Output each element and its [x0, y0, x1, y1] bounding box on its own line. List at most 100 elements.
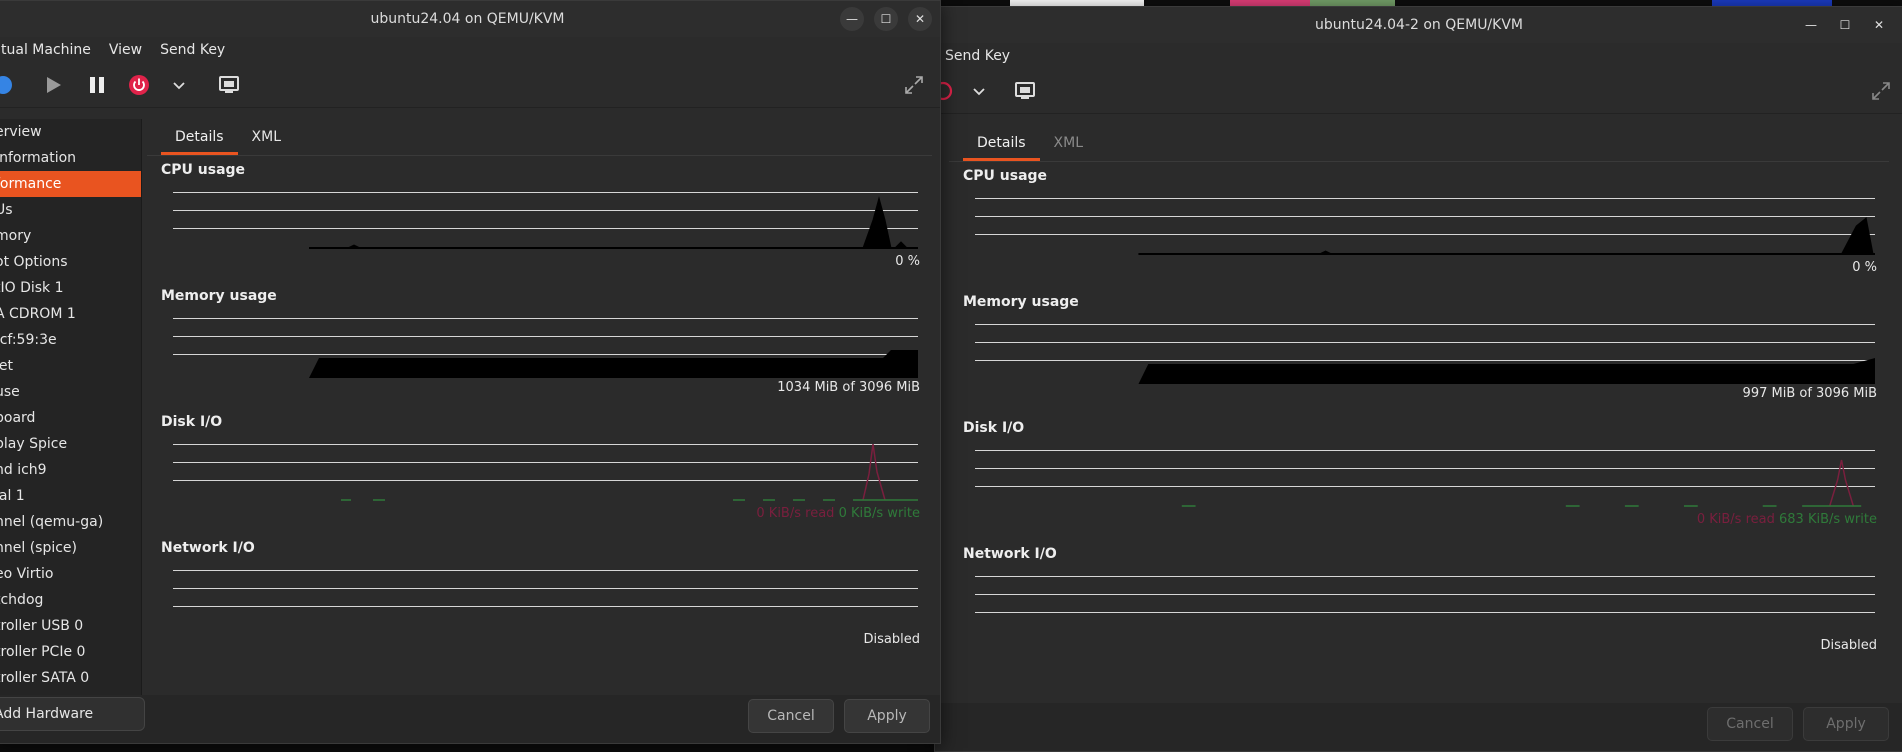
sidebar-item-mouse[interactable]: use	[0, 379, 141, 405]
sidebar-item-overview[interactable]: erview	[0, 119, 141, 145]
sidebar-item-serial[interactable]: ial 1	[0, 483, 141, 509]
sidebar-item-sata-cdrom[interactable]: A CDROM 1	[0, 301, 141, 327]
chevron-down-icon[interactable]	[167, 73, 191, 97]
tab-details[interactable]: Details	[161, 119, 238, 155]
memory-usage-title: Memory usage	[161, 288, 277, 304]
memory-usage-graph	[975, 324, 1875, 384]
sidebar-item-controller-usb[interactable]: troller USB 0	[0, 613, 141, 639]
performance-panel: CPU usage 0 % Memory usage 1034 MiB of 3…	[147, 155, 932, 695]
vm-window-2: ubuntu24.04-2 on QEMU/KVM — ☐ ✕ Send Key…	[934, 6, 1902, 752]
menu-view[interactable]: View	[109, 42, 142, 58]
performance-panel: CPU usage 0 % Memory usage 997 MiB of 30…	[949, 161, 1889, 703]
cancel-button[interactable]: Cancel	[748, 699, 834, 733]
vm-window-1: ubuntu24.04 on QEMU/KVM — ☐ ✕ tual Machi…	[0, 0, 941, 744]
hardware-sidebar: erview Information formance Us mory ot O…	[0, 119, 142, 695]
disk-io-value: 0 KiB/s read 0 KiB/s write	[756, 506, 920, 521]
disk-io-value: 0 KiB/s read 683 KiB/s write	[1697, 512, 1877, 527]
fullscreen-icon[interactable]	[1869, 79, 1893, 103]
details-icon[interactable]	[0, 73, 17, 97]
sidebar-item-boot-options[interactable]: ot Options	[0, 249, 141, 275]
sidebar-item-os-information[interactable]: Information	[0, 145, 141, 171]
sidebar-item-keyboard[interactable]: board	[0, 405, 141, 431]
tab-xml[interactable]: XML	[1040, 125, 1097, 161]
add-hardware-label: Add Hardware	[0, 706, 94, 722]
window-controls: — ☐ ✕	[1799, 13, 1891, 37]
network-io-title: Network I/O	[161, 540, 255, 556]
sidebar-item-controller-pcie[interactable]: troller PCIe 0	[0, 639, 141, 665]
sidebar-item-watchdog[interactable]: tchdog	[0, 587, 141, 613]
network-io-title: Network I/O	[963, 546, 1057, 562]
memory-usage-value: 1034 MiB of 3096 MiB	[777, 380, 920, 395]
cpu-usage-graph	[173, 192, 918, 252]
toolbar	[0, 63, 940, 108]
memory-usage-graph	[173, 318, 918, 378]
toolbar	[935, 69, 1902, 114]
sidebar-item-video-virtio[interactable]: eo Virtio	[0, 561, 141, 587]
disk-io-title: Disk I/O	[963, 420, 1025, 436]
disk-io-title: Disk I/O	[161, 414, 223, 430]
disk-read-rate: 0 KiB/s read	[756, 506, 835, 521]
maximize-button[interactable]: ☐	[874, 7, 898, 31]
chevron-down-icon[interactable]	[967, 79, 991, 103]
tab-details[interactable]: Details	[963, 125, 1040, 161]
memory-usage-title: Memory usage	[963, 294, 1079, 310]
sidebar-item-cpus[interactable]: Us	[0, 197, 141, 223]
menu-send-key[interactable]: Send Key	[945, 48, 1010, 64]
sidebar-item-channel-qemu-ga[interactable]: nnel (qemu-ga)	[0, 509, 141, 535]
disk-write-rate: 0 KiB/s write	[838, 506, 920, 521]
menubar: tual Machine View Send Key	[0, 37, 940, 63]
play-icon[interactable]	[41, 73, 65, 97]
sidebar-item-performance[interactable]: formance	[0, 171, 141, 197]
sidebar-item-nic[interactable]: :cf:59:3e	[0, 327, 141, 353]
apply-button[interactable]: Apply	[1803, 707, 1889, 741]
menu-virtual-machine[interactable]: tual Machine	[1, 42, 91, 58]
tab-xml[interactable]: XML	[238, 119, 295, 155]
memory-usage-value: 997 MiB of 3096 MiB	[1742, 386, 1877, 401]
tab-bar: Details XML	[161, 119, 295, 155]
cancel-button[interactable]: Cancel	[1707, 707, 1793, 741]
minimize-button[interactable]: —	[840, 7, 864, 31]
menubar: Send Key	[935, 43, 1902, 69]
maximize-button[interactable]: ☐	[1833, 13, 1857, 37]
dialog-footer: Add Hardware Cancel Apply	[0, 695, 940, 743]
sidebar-item-tablet[interactable]: let	[0, 353, 141, 379]
cpu-usage-value: 0 %	[1852, 260, 1877, 275]
details-content: Details XML CPU usage 0 % Memory usage 1…	[147, 119, 932, 695]
window-controls: — ☐ ✕	[840, 7, 932, 31]
titlebar[interactable]: ubuntu24.04-2 on QEMU/KVM	[935, 7, 1902, 43]
pause-icon[interactable]	[85, 73, 109, 97]
sidebar-item-display-spice[interactable]: play Spice	[0, 431, 141, 457]
console-icon[interactable]	[1013, 79, 1037, 103]
cpu-usage-value: 0 %	[895, 254, 920, 269]
titlebar[interactable]: ubuntu24.04 on QEMU/KVM	[0, 1, 940, 37]
add-hardware-button[interactable]: Add Hardware	[0, 697, 145, 731]
cpu-usage-title: CPU usage	[161, 162, 246, 178]
cpu-usage-title: CPU usage	[963, 168, 1048, 184]
tab-bar: Details XML	[963, 125, 1097, 161]
network-io-value: Disabled	[1820, 638, 1877, 653]
console-icon[interactable]	[217, 73, 241, 97]
window-title: ubuntu24.04-2 on QEMU/KVM	[1315, 17, 1523, 33]
menu-send-key[interactable]: Send Key	[160, 42, 225, 58]
network-io-graph	[173, 570, 918, 630]
cpu-usage-graph	[975, 198, 1875, 258]
network-io-graph	[975, 576, 1875, 636]
disk-io-graph	[173, 444, 918, 504]
sidebar-item-sound[interactable]: nd ich9	[0, 457, 141, 483]
disk-read-rate: 0 KiB/s read	[1696, 512, 1775, 527]
sidebar-item-memory[interactable]: mory	[0, 223, 141, 249]
fullscreen-icon[interactable]	[902, 73, 926, 97]
details-content: Details XML CPU usage 0 % Memory usage 9…	[949, 125, 1889, 703]
sidebar-item-channel-spice[interactable]: nnel (spice)	[0, 535, 141, 561]
apply-button[interactable]: Apply	[844, 699, 930, 733]
network-io-value: Disabled	[863, 632, 920, 647]
window-title: ubuntu24.04 on QEMU/KVM	[370, 11, 565, 27]
power-icon[interactable]	[127, 73, 151, 97]
disk-io-graph	[975, 450, 1875, 510]
dialog-footer: Cancel Apply	[935, 703, 1902, 751]
sidebar-item-controller-sata[interactable]: troller SATA 0	[0, 665, 141, 691]
sidebar-item-virtio-disk[interactable]: tIO Disk 1	[0, 275, 141, 301]
close-button[interactable]: ✕	[908, 7, 932, 31]
close-button[interactable]: ✕	[1867, 13, 1891, 37]
minimize-button[interactable]: —	[1799, 13, 1823, 37]
